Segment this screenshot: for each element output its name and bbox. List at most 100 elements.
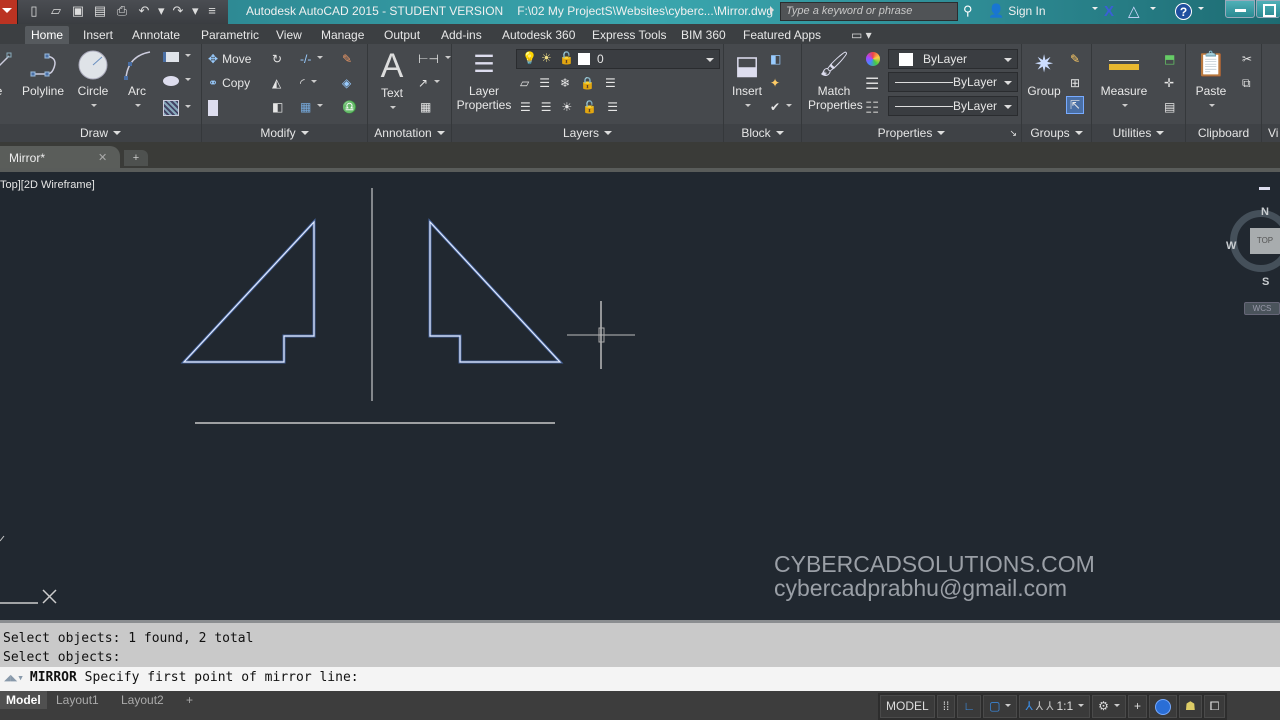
ortho-toggle[interactable]: ∟: [957, 695, 982, 718]
layer-dropdown[interactable]: 💡 ☀ 🔓 0: [516, 49, 720, 69]
linetype-dropdown[interactable]: ByLayer: [888, 96, 1018, 116]
tab-parametric[interactable]: Parametric: [195, 26, 265, 44]
dimension-button[interactable]: ⊢⊣: [418, 52, 451, 66]
lineweight-dropdown[interactable]: ByLayer: [888, 72, 1018, 92]
compass-north[interactable]: N: [1261, 206, 1269, 218]
application-menu-button[interactable]: [0, 0, 18, 24]
stretch-button[interactable]: [208, 100, 218, 116]
tab-manage[interactable]: Manage: [315, 26, 370, 44]
layer-off-icon[interactable]: ⏥: [520, 76, 529, 90]
copy-button[interactable]: ⚭ Copy: [208, 76, 250, 90]
circle-button[interactable]: Circle: [74, 48, 112, 112]
view-panel-label[interactable]: Vi: [1262, 124, 1280, 142]
tab-bim-360[interactable]: BIM 360: [675, 26, 732, 44]
annotation-visibility-toggle[interactable]: ⅄ ⅄ ⅄ 1:1: [1019, 695, 1091, 718]
ungroup-button[interactable]: ✎: [1070, 52, 1080, 66]
tab-home[interactable]: Home: [25, 26, 70, 44]
autodesk-360-icon[interactable]: △: [1128, 2, 1140, 20]
viewcube[interactable]: TOP N S W WCS: [1222, 204, 1280, 315]
mirrored-triangle-outline[interactable]: [429, 220, 562, 363]
properties-panel-label[interactable]: Properties ↘: [802, 124, 1021, 142]
viewport-minimize-icon[interactable]: [1259, 187, 1270, 190]
line-button[interactable]: Line: [0, 48, 14, 98]
undo-icon[interactable]: ↶: [136, 3, 152, 19]
layout-tab-layout1[interactable]: Layout1: [50, 691, 105, 709]
text-button[interactable]: A Text: [374, 48, 410, 114]
layer-freeze-icon[interactable]: ❄: [560, 76, 570, 90]
open-icon[interactable]: ▱: [48, 3, 64, 19]
new-tab-button[interactable]: +: [124, 150, 148, 166]
annotation-monitor[interactable]: +: [1127, 695, 1147, 718]
copy-clip-button[interactable]: ⧉: [1242, 76, 1251, 91]
tab-autodesk-360[interactable]: Autodesk 360: [496, 26, 581, 44]
rectangle-button[interactable]: [163, 52, 191, 62]
layer-walk-icon[interactable]: ☰: [607, 100, 618, 114]
search-expand-icon[interactable]: [770, 6, 778, 14]
arc-button[interactable]: Arc: [120, 48, 154, 112]
calculator-button[interactable]: ▤: [1164, 100, 1175, 114]
help-icon[interactable]: ?: [1175, 3, 1192, 20]
tab-express-tools[interactable]: Express Tools: [586, 26, 672, 44]
annotation-panel-label[interactable]: Annotation: [368, 124, 451, 142]
tab-output[interactable]: Output: [378, 26, 426, 44]
layers-panel-label[interactable]: Layers: [452, 124, 723, 142]
wcs-menu[interactable]: WCS: [1244, 302, 1280, 315]
ribbon-minimize-icon[interactable]: ▭ ▾: [845, 26, 878, 44]
layer-copy-icon[interactable]: ☰: [541, 100, 552, 114]
viewcube-top-face[interactable]: TOP: [1250, 228, 1280, 254]
layer-thaw-all-icon[interactable]: ☀: [562, 100, 573, 114]
close-tab-icon[interactable]: ✕: [98, 151, 107, 164]
move-button[interactable]: ✥ Move: [208, 52, 251, 66]
a360-dropdown-icon[interactable]: [1150, 7, 1156, 13]
boundary-button[interactable]: [163, 100, 191, 116]
tab-add-ins[interactable]: Add-ins: [435, 26, 488, 44]
leader-button[interactable]: ↗: [418, 76, 441, 90]
save-icon[interactable]: ▣: [70, 3, 86, 19]
modify-panel-label[interactable]: Modify: [202, 124, 367, 142]
group-selection-toggle[interactable]: ⇱: [1066, 96, 1085, 114]
customize-icon[interactable]: ≡: [204, 3, 220, 19]
workspace-switch[interactable]: ⚙: [1092, 695, 1126, 718]
sign-in-button[interactable]: 👤 Sign In: [988, 3, 1046, 19]
compass-south[interactable]: S: [1262, 276, 1269, 288]
sign-in-dropdown-icon[interactable]: [1092, 7, 1098, 13]
redo-icon[interactable]: ↷: [170, 3, 186, 19]
layer-properties-button[interactable]: ☰ Layer Properties: [456, 48, 512, 112]
utilities-panel-label[interactable]: Utilities: [1092, 124, 1185, 142]
hatch-button[interactable]: [163, 76, 191, 86]
color-dropdown[interactable]: ByLayer: [888, 49, 1018, 69]
id-point-button[interactable]: ✛: [1164, 76, 1174, 90]
binoculars-icon[interactable]: ⚲: [963, 3, 973, 19]
cut-button[interactable]: ✂: [1242, 52, 1252, 66]
mirror-button[interactable]: ◭: [272, 76, 281, 90]
restore-button[interactable]: [1256, 0, 1280, 18]
saveas-icon[interactable]: ▤: [92, 3, 108, 19]
grid-toggle[interactable]: ⁞⁞: [936, 695, 956, 718]
clean-screen[interactable]: ⧠: [1203, 695, 1226, 718]
isolate-objects-toggle[interactable]: [1148, 695, 1177, 718]
layout-tab-layout2[interactable]: Layout2: [115, 691, 170, 709]
minimize-button[interactable]: [1225, 0, 1255, 18]
paste-button[interactable]: 📋 Paste: [1190, 48, 1232, 112]
layer-lock-icon[interactable]: 🔒: [580, 76, 595, 90]
group-edit-button[interactable]: ⊞: [1070, 76, 1080, 90]
layer-on-all-icon[interactable]: ☰: [520, 100, 531, 114]
new-icon[interactable]: ▯: [26, 3, 42, 19]
search-input[interactable]: Type a keyword or phrase: [780, 2, 958, 21]
tab-insert[interactable]: Insert: [77, 26, 119, 44]
redo-dropdown-icon[interactable]: ▾: [192, 3, 199, 19]
offset-button[interactable]: ♎: [342, 100, 357, 114]
draw-panel-label[interactable]: Draw: [0, 124, 201, 142]
match-properties-button[interactable]: 🖌 Match Properties: [808, 48, 863, 112]
block-panel-label[interactable]: Block: [724, 124, 801, 142]
clipboard-panel-label[interactable]: Clipboard: [1186, 124, 1261, 142]
hardware-acceleration[interactable]: ☗: [1178, 695, 1202, 718]
file-tab-mirror[interactable]: Mirror* ✕: [0, 146, 120, 168]
snap-toggle[interactable]: ▢: [983, 695, 1018, 718]
groups-panel-label[interactable]: Groups: [1022, 124, 1091, 142]
layer-match-icon[interactable]: ☰: [539, 76, 550, 90]
help-dropdown-icon[interactable]: [1198, 7, 1204, 13]
add-layout-button[interactable]: +: [180, 691, 199, 709]
tab-featured-apps[interactable]: Featured Apps: [737, 26, 827, 44]
undo-dropdown-icon[interactable]: ▾: [158, 3, 165, 19]
